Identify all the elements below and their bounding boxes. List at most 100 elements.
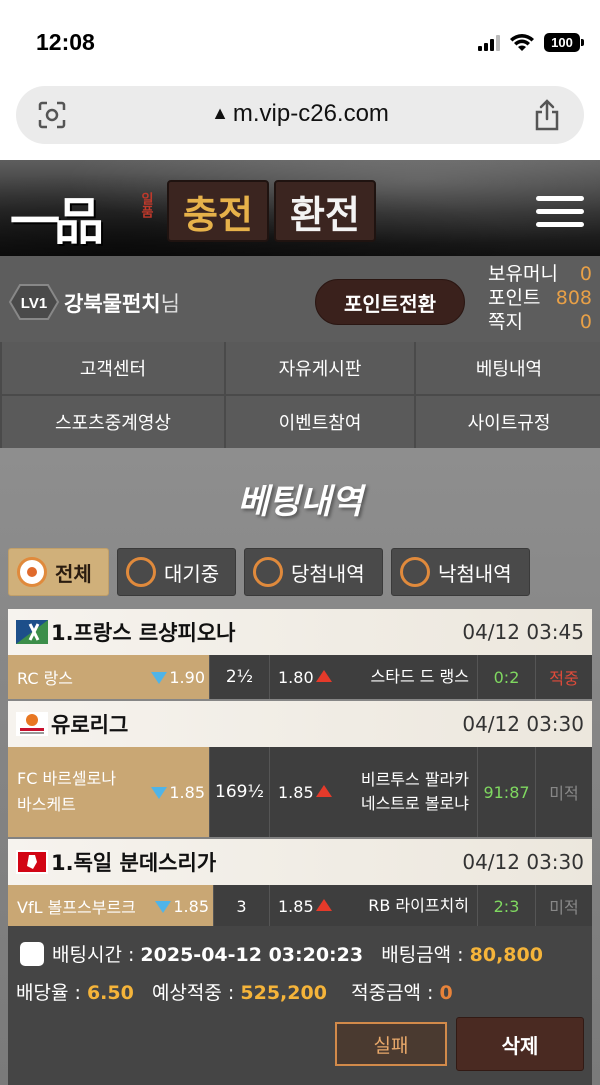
bet-amount: 80,800 xyxy=(469,944,543,966)
share-icon[interactable] xyxy=(532,98,562,132)
username: 강북물펀치님 xyxy=(64,288,180,318)
bet-date: 04/12 03:30 xyxy=(462,850,584,874)
away-pick[interactable]: 1.85 비르투스 팔라카네스트로 볼로냐 xyxy=(270,747,478,837)
cellular-signal-icon xyxy=(478,34,500,51)
home-odd: 1.90 xyxy=(169,667,205,687)
filter-won[interactable]: 당첨내역 xyxy=(244,548,383,596)
bet-date: 04/12 03:30 xyxy=(462,712,584,736)
hamburger-menu-icon[interactable] xyxy=(536,196,584,230)
away-odd: 1.85 xyxy=(278,782,314,802)
select-checkbox[interactable] xyxy=(20,942,44,966)
exchange-button[interactable]: 환전 xyxy=(274,180,376,242)
away-pick[interactable]: 1.80 스타드 드 랭스 xyxy=(270,655,478,699)
radio-icon xyxy=(17,557,47,587)
level-text: LV1 xyxy=(21,295,47,312)
score: 91:87 xyxy=(478,747,536,837)
nav-event[interactable]: 이벤트참여 xyxy=(226,396,414,448)
handicap-line: 169½ xyxy=(210,747,270,837)
summary-line-1: 배팅시간 : 2025-04-12 03:20:23 배팅금액 : 80,800 xyxy=(52,944,543,966)
odds-up-icon xyxy=(315,898,332,911)
radio-icon xyxy=(253,557,283,587)
league-logo-icon xyxy=(16,712,48,736)
league-name: 1.프랑스 르샹피오나 xyxy=(51,621,236,645)
home-team: FC 바르셀로나 바스케트 xyxy=(17,769,117,814)
home-pick[interactable]: FC 바르셀로나 바스케트 1.85 xyxy=(8,747,210,837)
home-team: RC 랑스 xyxy=(17,669,74,688)
odds-up-icon xyxy=(315,669,332,682)
home-pick[interactable]: VfL 볼프스부르크 1.85 xyxy=(8,885,214,927)
logo-text: 一品 xyxy=(10,192,104,251)
away-odd: 1.80 xyxy=(278,667,314,687)
nav-grid: 고객센터 자유게시판 베팅내역 스포츠중계영상 이벤트참여 사이트규정 xyxy=(0,342,600,448)
score: 0:2 xyxy=(478,655,536,699)
battery-icon: 100 xyxy=(544,33,584,52)
league-name: 유로리그 xyxy=(51,713,129,737)
balance-point: 포인트 808 xyxy=(488,287,592,309)
site-logo[interactable]: 一品 일품 xyxy=(10,178,160,251)
odds-down-icon xyxy=(155,900,172,913)
bet-list: 1.프랑스 르샹피오나 04/12 03:45 RC 랑스 1.90 2½ 1.… xyxy=(8,609,592,927)
level-badge-icon: LV1 xyxy=(8,284,60,320)
away-team: 스타드 드 랭스 xyxy=(370,667,470,686)
away-pick[interactable]: 1.85 RB 라이프치히 xyxy=(270,885,478,927)
warning-icon: ▲ xyxy=(211,103,229,123)
summary-line-2: 배당율 : 6.50 예상적중 : 525,200 적중금액 : 0 xyxy=(16,982,453,1004)
odds-down-icon xyxy=(151,671,168,684)
home-team: VfL 볼프스부르크 xyxy=(17,898,136,917)
address-bar[interactable]: ▲ m.vip-c26.com xyxy=(16,86,584,144)
league-row: 1.프랑스 르샹피오나 04/12 03:45 xyxy=(8,609,592,655)
radio-icon xyxy=(126,557,156,587)
expected-win: 525,200 xyxy=(240,982,327,1004)
won-amount: 0 xyxy=(439,982,453,1004)
league-logo-icon xyxy=(16,850,48,874)
fail-status-button[interactable]: 실패 xyxy=(335,1022,447,1066)
odds-row: RC 랑스 1.90 2½ 1.80 스타드 드 랭스 0:2 적중 xyxy=(8,655,592,699)
league-row: 1.독일 분데스리가 04/12 03:30 xyxy=(8,839,592,885)
odds-row: FC 바르셀로나 바스케트 1.85 169½ 1.85 비르투스 팔라카네스트… xyxy=(8,747,592,837)
filter-lost[interactable]: 낙첨내역 xyxy=(391,548,530,596)
total-odds: 6.50 xyxy=(86,982,134,1004)
wifi-icon xyxy=(510,33,534,51)
home-odd: 1.85 xyxy=(173,896,209,916)
odds-down-icon xyxy=(151,786,168,799)
home-odd: 1.85 xyxy=(169,782,205,802)
away-team: 비르투스 팔라카네스트로 볼로냐 xyxy=(360,770,469,813)
league-logo-icon xyxy=(16,620,48,644)
bet-date: 04/12 03:45 xyxy=(462,620,584,644)
filter-pending[interactable]: 대기중 xyxy=(117,548,236,596)
nav-sports-stream[interactable]: 스포츠중계영상 xyxy=(2,396,224,448)
nav-bet-history[interactable]: 베팅내역 xyxy=(416,342,600,394)
score: 2:3 xyxy=(478,885,536,927)
status-time: 12:08 xyxy=(36,29,95,55)
filter-all[interactable]: 전체 xyxy=(8,548,109,596)
home-pick[interactable]: RC 랑스 1.90 xyxy=(8,655,210,699)
nav-free-board[interactable]: 자유게시판 xyxy=(226,342,414,394)
page-title: 베팅내역 xyxy=(237,482,363,522)
odds-row: VfL 볼프스부르크 1.85 3 1.85 RB 라이프치히 2:3 미적 xyxy=(8,885,592,927)
league-row: 유로리그 04/12 03:30 xyxy=(8,701,592,747)
nav-site-rules[interactable]: 사이트규정 xyxy=(416,396,600,448)
status-bar: 12:08 100 xyxy=(0,0,600,80)
result-badge: 미적 xyxy=(549,898,579,917)
username-text: 강북물펀치 xyxy=(64,292,161,316)
url-text: m.vip-c26.com xyxy=(232,100,389,127)
away-odd: 1.85 xyxy=(278,896,314,916)
point-convert-button[interactable]: 포인트전환 xyxy=(315,279,465,325)
balance-message[interactable]: 쪽지 0 xyxy=(488,310,592,334)
league-name: 1.독일 분데스리가 xyxy=(51,851,217,875)
odds-up-icon xyxy=(315,784,332,797)
charge-button[interactable]: 충전 xyxy=(167,180,269,242)
result-badge: 미적 xyxy=(549,784,579,803)
status-icons: 100 xyxy=(478,33,584,52)
balance-money: 보유머니 0 xyxy=(488,263,592,285)
logo-subtext: 일품 xyxy=(138,192,153,218)
handicap-line: 3 xyxy=(214,885,270,927)
result-badge: 적중 xyxy=(549,669,579,688)
balances: 보유머니 0 포인트 808 쪽지 0 xyxy=(488,262,592,334)
username-suffix: 님 xyxy=(160,292,180,316)
delete-button[interactable]: 삭제 xyxy=(456,1017,584,1071)
radio-icon xyxy=(400,557,430,587)
nav-customer-center[interactable]: 고객센터 xyxy=(2,342,224,394)
away-team: RB 라이프치히 xyxy=(368,896,469,915)
handicap-line: 2½ xyxy=(210,655,270,699)
